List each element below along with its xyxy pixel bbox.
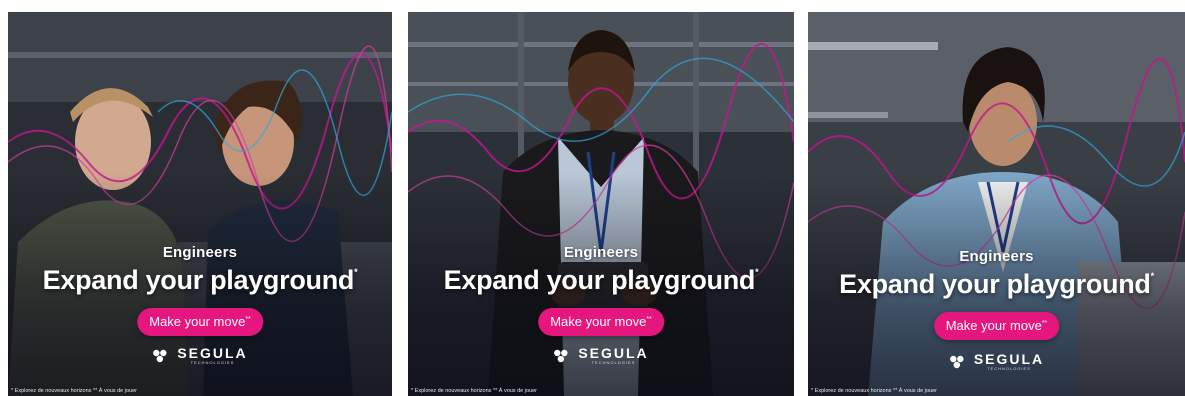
headline-footnote-mark: * bbox=[354, 267, 358, 277]
headline-footnote-mark: * bbox=[755, 267, 759, 277]
cta-label: Make your move bbox=[550, 314, 647, 329]
cta-footnote-mark: ** bbox=[646, 316, 652, 323]
segula-logo: SEGULA TECHNOLOGIES bbox=[553, 346, 648, 365]
segula-mark-icon bbox=[153, 349, 167, 362]
brand-name: SEGULA bbox=[578, 345, 649, 361]
make-your-move-button[interactable]: Make your move** bbox=[538, 308, 664, 336]
cta-footnote-mark: ** bbox=[1041, 320, 1048, 327]
headline-footnote-mark: * bbox=[1150, 271, 1155, 281]
ad-banner-2[interactable]: Engineers Expand your playground* Make y… bbox=[408, 12, 794, 396]
cta-footnote-mark: ** bbox=[245, 316, 251, 323]
cta-label: Make your move bbox=[149, 314, 246, 329]
cta-label: Make your move bbox=[945, 318, 1042, 333]
headline: Expand your playground* bbox=[808, 269, 1185, 300]
headline: Expand your playground* bbox=[8, 265, 392, 296]
brand-subtitle: TECHNOLOGIES bbox=[987, 366, 1031, 371]
make-your-move-button[interactable]: Make your move** bbox=[933, 312, 1060, 340]
headline-text: Expand your playground bbox=[839, 269, 1151, 299]
segula-logo: SEGULA TECHNOLOGIES bbox=[949, 352, 1044, 371]
segula-logo: SEGULA TECHNOLOGIES bbox=[152, 346, 247, 365]
ad-banner-1[interactable]: Engineers Expand your playground* Make y… bbox=[8, 12, 392, 396]
brand-name: SEGULA bbox=[177, 345, 248, 361]
brand-subtitle: TECHNOLOGIES bbox=[190, 360, 235, 365]
disclaimer-text: * Explorez de nouveaux horizons ** À vou… bbox=[411, 388, 537, 394]
headline-text: Expand your playground bbox=[42, 265, 355, 295]
ad-banner-3[interactable]: Engineers Expand your playground* Make y… bbox=[808, 12, 1185, 396]
brand-name: SEGULA bbox=[973, 351, 1045, 367]
disclaimer-text: * Explorez de nouveaux horizons ** À vou… bbox=[811, 388, 937, 394]
segula-mark-icon bbox=[554, 349, 568, 362]
headline: Expand your playground* bbox=[408, 265, 794, 296]
kicker-text: Engineers bbox=[162, 244, 238, 261]
segula-mark-icon bbox=[949, 355, 964, 368]
headline-text: Expand your playground bbox=[443, 265, 756, 295]
disclaimer-text: * Explorez de nouveaux horizons ** À vou… bbox=[11, 388, 137, 394]
kicker-text: Engineers bbox=[959, 248, 1034, 265]
brand-subtitle: TECHNOLOGIES bbox=[591, 360, 636, 365]
make-your-move-button[interactable]: Make your move** bbox=[137, 308, 263, 336]
kicker-text: Engineers bbox=[563, 244, 639, 261]
